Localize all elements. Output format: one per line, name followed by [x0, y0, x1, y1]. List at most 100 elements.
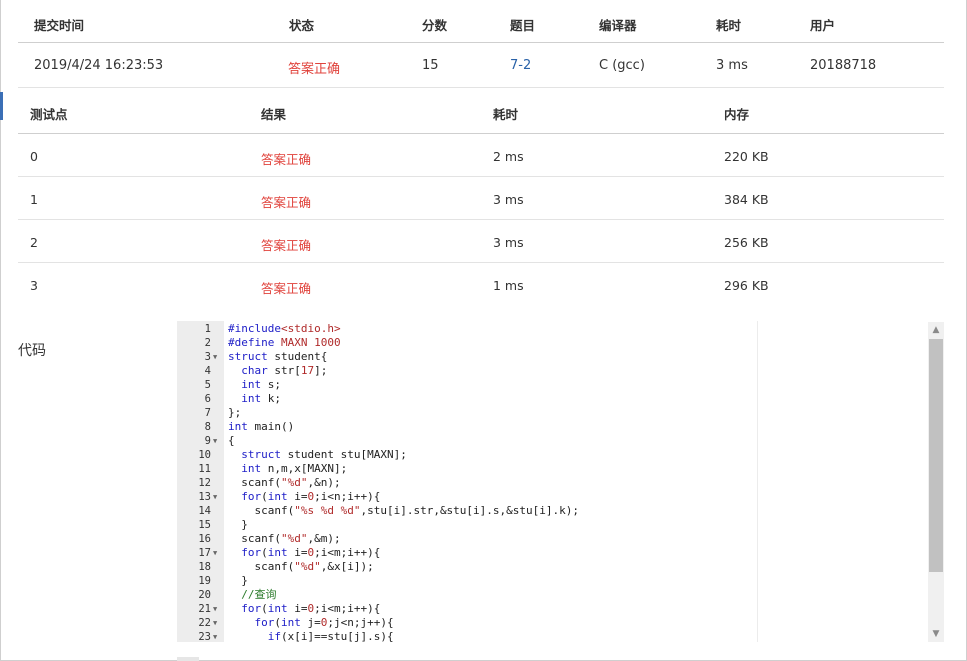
line-number: 8 — [204, 421, 211, 433]
code-text: scanf("%s %d %d",stu[i].str,&stu[i].s,&s… — [228, 504, 579, 518]
code-line: 2 #define MAXN 1000 — [177, 336, 757, 350]
code-text: scanf("%d",&n); — [228, 476, 341, 490]
code-line: 3 ▼ struct student{ — [177, 350, 757, 364]
line-number: 3 — [204, 351, 211, 363]
test-time: 2 ms — [493, 149, 524, 164]
sidebar-edge — [0, 92, 3, 120]
code-text: int s; — [228, 378, 281, 392]
code-token: }; — [228, 406, 242, 419]
code-line: 21 ▼ for(int i=0;i<m;i++){ — [177, 602, 757, 616]
test-memory: 256 KB — [724, 235, 769, 250]
code-token: char — [241, 364, 268, 377]
code-token: for — [241, 546, 262, 559]
code-token: i= — [287, 490, 308, 503]
code-token: ( — [274, 616, 281, 629]
scroll-down-arrow-icon[interactable]: ▼ — [928, 626, 944, 642]
header-runtime: 耗时 — [716, 18, 742, 33]
line-number: 18 — [198, 561, 211, 573]
submission-row: 2019/4/24 16:23:53 答案正确 15 7-2 C (gcc) 3… — [18, 43, 944, 88]
code-line: 23 ▼ if(x[i]==stu[j].s){ — [177, 630, 757, 642]
code-text: } — [228, 518, 248, 532]
line-number: 6 — [204, 393, 211, 405]
test-memory: 220 KB — [724, 149, 769, 164]
test-id: 3 — [30, 278, 38, 293]
header-problem: 题目 — [510, 18, 536, 33]
fold-arrow-icon[interactable]: ▼ — [213, 616, 222, 630]
code-line: 14 scanf("%s %d %d",stu[i].str,&stu[i].s… — [177, 504, 757, 518]
user-id: 20188718 — [810, 58, 877, 73]
code-line: 12 scanf("%d",&n); — [177, 476, 757, 490]
code-line: 19 } — [177, 574, 757, 588]
test-time: 1 ms — [493, 278, 524, 293]
line-number: 12 — [198, 477, 211, 489]
problem-link[interactable]: 7-2 — [510, 58, 531, 73]
code-text: int k; — [228, 392, 281, 406]
code-text: struct student{ — [228, 350, 327, 364]
scroll-thumb[interactable] — [929, 339, 943, 572]
code-line: 8 int main() — [177, 420, 757, 434]
code-token: str[ — [267, 364, 301, 377]
code-line: 6 int k; — [177, 392, 757, 406]
fold-arrow-icon[interactable]: ▼ — [213, 490, 222, 504]
code-text: char str[17]; — [228, 364, 327, 378]
line-number: 19 — [198, 575, 211, 587]
code-token: n,m,x[MAXN]; — [261, 462, 348, 475]
test-result: 答案正确 — [261, 281, 312, 296]
test-result: 答案正确 — [261, 238, 312, 253]
fold-arrow-icon[interactable]: ▼ — [213, 350, 222, 364]
code-line: 22 ▼ for(int j=0;j<n;j++){ — [177, 616, 757, 630]
horizontal-scrollbar[interactable] — [177, 657, 199, 661]
code-editor[interactable]: 1 #include<stdio.h> 2 #define MAXN 1000 3 ▼ st… — [177, 321, 758, 642]
code-token: ,&x[i]); — [320, 560, 374, 573]
code-token: int — [241, 392, 262, 405]
code-token: int — [241, 378, 262, 391]
code-token: k; — [261, 392, 281, 405]
test-id: 2 — [30, 235, 38, 250]
line-number: 5 — [204, 379, 211, 391]
table-row: 0 答案正确 2 ms 220 KB — [18, 134, 944, 177]
fold-arrow-icon[interactable]: ▼ — [213, 630, 222, 642]
code-token: i= — [287, 546, 308, 559]
header-result: 结果 — [261, 107, 287, 122]
code-text: int n,m,x[MAXN]; — [228, 462, 347, 476]
fold-arrow-icon[interactable]: ▼ — [213, 602, 222, 616]
vertical-scrollbar[interactable]: ▲ ▼ — [928, 322, 944, 642]
code-token: } — [228, 574, 248, 587]
code-token: j= — [300, 616, 321, 629]
scroll-up-arrow-icon[interactable]: ▲ — [928, 322, 944, 338]
code-token: ,stu[i].str,&stu[i].s,&stu[i].k); — [360, 504, 580, 517]
header-submit-time: 提交时间 — [34, 18, 85, 33]
code-token: ,&n); — [307, 476, 341, 489]
code-token: scanf( — [228, 532, 281, 545]
code-line: 5 int s; — [177, 378, 757, 392]
code-line: 9 ▼ { — [177, 434, 757, 448]
fold-arrow-icon[interactable]: ▼ — [213, 546, 222, 560]
code-token: i= — [287, 602, 308, 615]
code-token: "%d" — [294, 560, 321, 573]
line-number: 20 — [198, 589, 211, 601]
line-number: 23 — [198, 631, 211, 642]
test-time: 3 ms — [493, 235, 524, 250]
code-token: #define — [228, 336, 275, 349]
code-line: 18 scanf("%d",&x[i]); — [177, 560, 757, 574]
submit-time: 2019/4/24 16:23:53 — [34, 58, 164, 73]
code-text: { — [228, 434, 235, 448]
line-number: 2 — [204, 337, 211, 349]
score: 15 — [422, 58, 439, 73]
test-id: 0 — [30, 149, 38, 164]
status-badge: 答案正确 — [288, 62, 341, 77]
header-test-point: 测试点 — [30, 107, 68, 122]
line-number: 13 — [198, 491, 211, 503]
code-token: struct — [241, 448, 281, 461]
code-token: ( — [261, 490, 268, 503]
code-text: //查询 — [228, 588, 276, 602]
fold-arrow-icon[interactable]: ▼ — [213, 434, 222, 448]
code-token: 17 — [300, 364, 315, 377]
